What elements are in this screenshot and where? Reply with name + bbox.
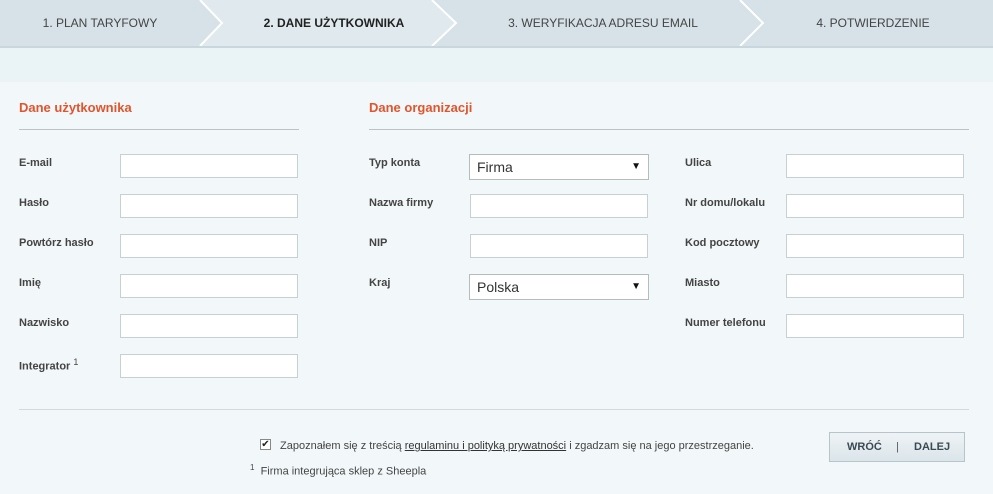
checkmark-icon: ✔ xyxy=(261,439,270,450)
footnote: 1 Firma integrująca sklep z Sheepla xyxy=(250,463,426,478)
house-number-field[interactable] xyxy=(786,194,964,218)
consent-text-after: i zgadzam się na jego przestrzeganie. xyxy=(566,440,754,452)
company-name-label: Nazwa firmy xyxy=(369,197,434,209)
street-label: Ulica xyxy=(685,157,712,169)
step-plan-taryfowy[interactable]: 1. PLAN TARYFOWY xyxy=(0,0,200,46)
country-select[interactable]: Polska ▼ xyxy=(469,274,649,300)
integrator-label: Integrator 1 xyxy=(19,357,78,373)
password-label: Hasło xyxy=(19,197,49,209)
dropdown-arrow-icon: ▼ xyxy=(631,161,641,172)
user-section-title: Dane użytkownika xyxy=(19,100,132,115)
button-separator: | xyxy=(896,441,899,453)
city-label: Miasto xyxy=(685,277,720,289)
email-field[interactable] xyxy=(120,154,298,178)
wizard-steps: 1. PLAN TARYFOWY 2. DANE UŻYTKOWNIKA 3. … xyxy=(0,0,993,48)
steps-spacer xyxy=(0,48,993,82)
last-name-field[interactable] xyxy=(120,314,298,338)
email-label: E-mail xyxy=(19,157,53,169)
consent-text-before: Zapoznałem się z treścią xyxy=(280,440,405,452)
dropdown-arrow-icon: ▼ xyxy=(631,281,641,292)
account-type-value: Firma xyxy=(477,159,513,175)
last-name-label: Nazwisko xyxy=(19,317,70,329)
next-button[interactable]: DALEJ xyxy=(914,433,950,461)
navigation-buttons: WRÓĆ | DALEJ xyxy=(829,432,965,462)
country-value: Polska xyxy=(477,279,520,295)
phone-label: Numer telefonu xyxy=(685,317,766,329)
postal-code-field[interactable] xyxy=(786,234,964,258)
step-potwierdzenie[interactable]: 4. POTWIERDZENIE xyxy=(763,0,983,46)
postal-code-label: Kod pocztowy xyxy=(685,237,760,249)
password-field[interactable] xyxy=(120,194,298,218)
nip-field[interactable] xyxy=(470,234,648,258)
account-type-select[interactable]: Firma ▼ xyxy=(469,154,649,180)
integrator-label-text: Integrator xyxy=(19,360,71,373)
repeat-password-label: Powtórz hasło xyxy=(19,237,94,249)
street-field[interactable] xyxy=(786,154,964,178)
footnote-marker: 1 xyxy=(250,463,255,472)
back-button[interactable]: WRÓĆ xyxy=(847,433,882,461)
first-name-field[interactable] xyxy=(120,274,298,298)
consent-text: Zapoznałem się z treścią regulaminu i po… xyxy=(280,440,754,452)
user-section-divider xyxy=(19,129,299,130)
country-label: Kraj xyxy=(369,277,391,289)
nip-label: NIP xyxy=(369,237,388,249)
first-name-label: Imię xyxy=(19,277,42,289)
org-section-divider xyxy=(369,129,969,130)
footer-divider xyxy=(19,409,969,410)
house-number-label: Nr domu/lokalu xyxy=(685,197,766,209)
step-dane-uzytkownika[interactable]: 2. DANE UŻYTKOWNIKA xyxy=(222,0,446,46)
integrator-footnote-marker: 1 xyxy=(73,357,79,367)
step-weryfikacja-email[interactable]: 3. WERYFIKACJA ADRESU EMAIL xyxy=(456,0,750,46)
repeat-password-field[interactable] xyxy=(120,234,298,258)
terms-link[interactable]: regulaminu i polityką prywatności xyxy=(405,440,566,452)
city-field[interactable] xyxy=(786,274,964,298)
phone-field[interactable] xyxy=(786,314,964,338)
consent-checkbox[interactable]: ✔ xyxy=(260,439,271,450)
integrator-field[interactable] xyxy=(120,354,298,378)
account-type-label: Typ konta xyxy=(369,157,421,169)
org-section-title: Dane organizacji xyxy=(369,100,473,115)
company-name-field[interactable] xyxy=(470,194,648,218)
footnote-text: Firma integrująca sklep z Sheepla xyxy=(260,465,427,478)
registration-form: Dane użytkownika E-mail Hasło Powtórz ha… xyxy=(0,82,993,494)
